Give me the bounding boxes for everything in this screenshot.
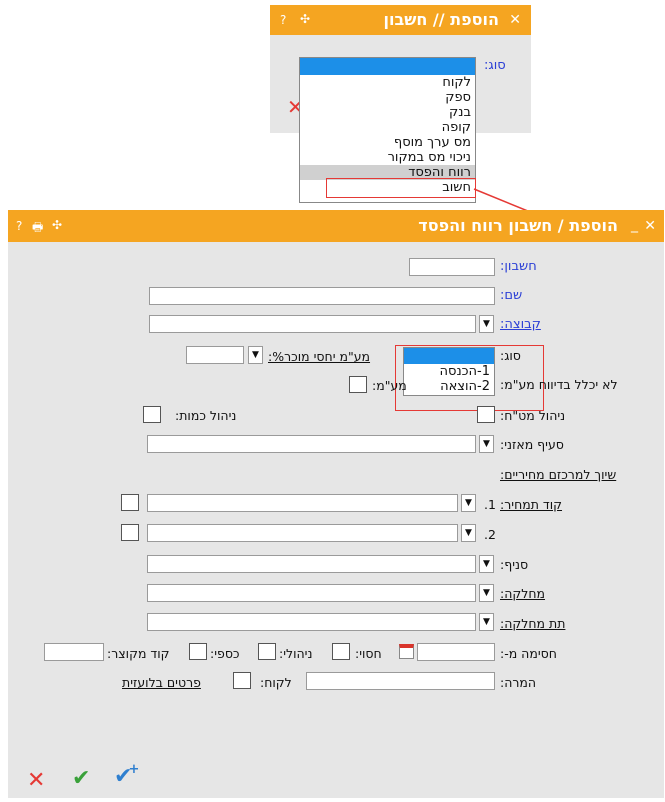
dropdown-item[interactable]: מס ערך מוסף: [300, 135, 475, 150]
balance-clause-input[interactable]: [147, 435, 476, 453]
group-dropdown-button[interactable]: ▼: [479, 315, 494, 333]
remark-input[interactable]: [306, 672, 495, 690]
account-input[interactable]: [409, 258, 495, 276]
financial-checkbox[interactable]: [189, 643, 207, 660]
move-icon[interactable]: ✣: [52, 218, 62, 232]
secret-checkbox[interactable]: [332, 643, 350, 660]
group-input[interactable]: [149, 315, 476, 333]
currency-mgmt-label: ניהול מט"ח:: [500, 408, 566, 423]
move-icon[interactable]: ✣: [300, 12, 310, 26]
dropdown-item-selected-blank[interactable]: [300, 58, 475, 75]
balance-clause-dropdown-button[interactable]: ▼: [479, 435, 494, 453]
currency-mgmt-checkbox[interactable]: [477, 406, 495, 423]
no-vat-report-label: לא יכלל בדיווח מע"מ:: [500, 377, 618, 392]
vat-checkbox[interactable]: [349, 376, 367, 393]
short-code-label: קוד מקוצר:: [107, 646, 170, 661]
price-code2-checkbox[interactable]: [121, 524, 139, 541]
close-icon[interactable]: ✕: [509, 12, 521, 28]
price-code1-dropdown-button[interactable]: ▼: [461, 494, 476, 512]
remark-label: המרה:: [500, 675, 537, 690]
price-code1-checkbox[interactable]: [121, 494, 139, 511]
price-code2-dropdown-button[interactable]: ▼: [461, 524, 476, 542]
price-code-label: קוד תמחיר:: [500, 497, 563, 512]
help-icon[interactable]: ?: [280, 13, 286, 27]
price-link-heading: שיוך למרכזם מחיריים:: [500, 467, 617, 482]
help-icon[interactable]: ?: [16, 219, 22, 233]
department-dropdown-button[interactable]: ▼: [479, 584, 494, 602]
group-label[interactable]: קבוצה:: [500, 317, 541, 332]
minimize-icon[interactable]: _: [631, 217, 638, 233]
small-dialog-type-label: סוג:: [484, 58, 506, 73]
vat-sales-input[interactable]: [186, 346, 244, 364]
name-input[interactable]: [149, 287, 495, 305]
branch-input[interactable]: [147, 555, 476, 573]
short-code-input[interactable]: [44, 643, 104, 661]
price-code1-input[interactable]: [147, 494, 458, 512]
annotation-box-small: [326, 178, 476, 198]
price-code-row1-number: 1.: [484, 497, 496, 512]
vat-sales-label: מע"מ יחסי מוכר%:: [268, 349, 371, 364]
main-dialog-titlebar: ? 🖶 ✣ הוספת / חשבון רווח והפסד _ ✕: [8, 210, 664, 242]
price-code-row2-number: 2.: [484, 527, 496, 542]
foreign-details-link[interactable]: פרטים בלועזית: [122, 675, 201, 690]
branch-label: סניף:: [500, 557, 529, 572]
dropdown-item[interactable]: קופה: [300, 120, 475, 135]
confirm-icon[interactable]: ✔: [72, 766, 90, 791]
financial-label: כספי:: [210, 646, 240, 661]
customer-label: לקוח:: [260, 675, 292, 690]
confirm-add-icon[interactable]: ✔+: [114, 762, 143, 789]
dropdown-item[interactable]: ספק: [300, 90, 475, 105]
cancel-icon[interactable]: ✕: [27, 768, 45, 793]
dropdown-item[interactable]: בנק: [300, 105, 475, 120]
vat-short-label: מע"מ:: [372, 378, 407, 393]
qty-mgmt-checkbox[interactable]: [143, 406, 161, 423]
vat-sales-dropdown-button[interactable]: ▼: [248, 346, 263, 364]
print-icon[interactable]: 🖶: [32, 218, 43, 239]
secret-label: חסוי:: [355, 646, 382, 661]
branch-dropdown-button[interactable]: ▼: [479, 555, 494, 573]
sub-department-label: תת מחלקה:: [500, 616, 566, 631]
department-input[interactable]: [147, 584, 476, 602]
managerial-checkbox[interactable]: [258, 643, 276, 660]
name-label: שם:: [500, 288, 523, 303]
small-dialog-titlebar: ? ✣ הוספת // חשבון ✕: [270, 5, 531, 35]
customer-checkbox[interactable]: [233, 672, 251, 689]
sub-department-dropdown-button[interactable]: ▼: [479, 613, 494, 631]
sub-department-input[interactable]: [147, 613, 476, 631]
dropdown-item[interactable]: לקוח: [300, 75, 475, 90]
calendar-icon[interactable]: [399, 644, 414, 659]
balance-clause-label: סעיף מאזני:: [500, 437, 564, 452]
account-label: חשבון:: [500, 259, 537, 274]
managerial-label: ניהולי:: [279, 646, 313, 661]
close-icon[interactable]: ✕: [644, 218, 656, 234]
small-dialog-title: הוספת // חשבון: [383, 10, 499, 29]
main-dialog-title: הוספת / חשבון רווח והפסד: [418, 216, 618, 235]
department-label: מחלקה:: [500, 586, 546, 601]
block-from-label: חסימה מ-:: [500, 646, 557, 661]
block-from-date-input[interactable]: [417, 643, 495, 661]
dropdown-item[interactable]: ניכוי מס במקור: [300, 150, 475, 165]
price-code2-input[interactable]: [147, 524, 458, 542]
qty-mgmt-label: ניהול כמות:: [175, 408, 237, 423]
